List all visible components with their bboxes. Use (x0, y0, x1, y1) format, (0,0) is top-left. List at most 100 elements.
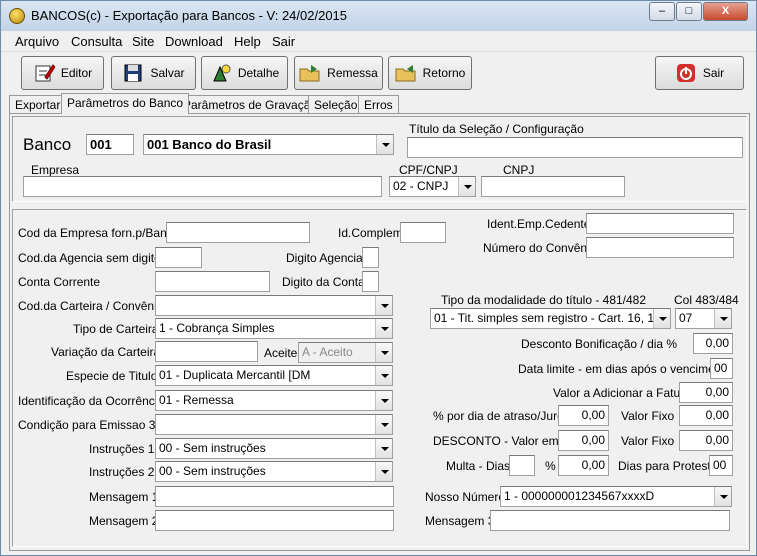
chevron-down-icon[interactable] (458, 177, 475, 196)
digito-conta-input[interactable] (362, 271, 379, 292)
desconto-label: DESCONTO - Valor em % (433, 434, 573, 448)
chevron-down-icon[interactable] (376, 135, 393, 154)
menu-arquivo[interactable]: Arquivo (15, 34, 59, 49)
menu-site[interactable]: Site (132, 34, 154, 49)
aceite-select[interactable]: A - Aceito (298, 342, 393, 363)
multa-pct-input[interactable]: 0,00 (558, 455, 609, 476)
mensagem3-input[interactable] (490, 510, 730, 531)
chevron-down-icon[interactable] (653, 309, 670, 328)
tab-exportar[interactable]: Exportar (9, 95, 67, 113)
cod-agencia-label: Cod.da Agencia sem digito (18, 251, 161, 265)
id-complem-input[interactable] (400, 222, 446, 243)
chevron-down-icon[interactable] (375, 366, 392, 385)
cpf-cnpj-select[interactable]: 02 - CNPJ (389, 176, 476, 197)
maximize-button[interactable]: □ (676, 2, 702, 21)
perc-dia-input[interactable]: 0,00 (558, 405, 609, 426)
floppy-disk-icon (122, 63, 144, 83)
chevron-down-icon[interactable] (375, 462, 392, 481)
sair-button[interactable]: Sair (655, 56, 744, 90)
conta-corrente-label: Conta Corrente (18, 275, 101, 289)
especie-label: Especie de Titulo (66, 369, 158, 383)
remessa-button[interactable]: Remessa (294, 56, 383, 90)
nosso-numero-select[interactable]: 1 - 000000001234567xxxxD (500, 486, 732, 507)
editor-button[interactable]: Editor (21, 56, 104, 90)
instrucoes2-value: 00 - Sem instruções (159, 464, 266, 478)
multa-dias-input[interactable] (509, 455, 535, 476)
aceite-value: A - Aceito (302, 345, 353, 359)
modalidade-value: 01 - Tit. simples sem registro - Cart. 1… (434, 311, 661, 325)
chevron-down-icon[interactable] (714, 487, 731, 506)
especie-select[interactable]: 01 - Duplicata Mercantil [DM (155, 365, 393, 386)
tab-parametros-banco[interactable]: Parâmetros do Banco (61, 93, 190, 114)
close-button[interactable]: X (703, 2, 748, 21)
banco-label: Banco (23, 135, 72, 154)
perc-dia-label: % por dia de atraso/Juro (433, 409, 564, 423)
cod-empresa-input[interactable] (166, 222, 310, 243)
empresa-input[interactable] (23, 176, 382, 197)
cnpj-input[interactable] (481, 176, 625, 197)
desconto-bon-input[interactable]: 0,00 (693, 333, 733, 354)
valor-add-input[interactable]: 0,00 (679, 382, 733, 403)
protesto-input[interactable]: 00 (709, 455, 733, 476)
multa-pct-label: % (545, 459, 556, 473)
chevron-down-icon[interactable] (375, 319, 392, 338)
menu-download[interactable]: Download (165, 34, 223, 49)
detalhe-label: Detalhe (237, 66, 280, 80)
carteira-select[interactable] (155, 295, 393, 316)
mensagem2-input[interactable] (155, 510, 394, 531)
mensagem1-input[interactable] (155, 486, 394, 507)
instrucoes2-select[interactable]: 00 - Sem instruções (155, 461, 393, 482)
protesto-label: Dias para Protesto (618, 459, 718, 473)
mensagem2-label: Mensagem 2 (89, 514, 159, 528)
chevron-down-icon[interactable] (375, 343, 392, 362)
chevron-down-icon[interactable] (375, 415, 392, 434)
mensagem3-label: Mensagem 3 (425, 514, 495, 528)
minimize-button[interactable]: – (649, 2, 675, 21)
empresa-label: Empresa (31, 163, 80, 177)
titulo-input[interactable] (407, 137, 743, 158)
tab-selecao[interactable]: Seleção (308, 95, 364, 113)
convenio-label: Número do Convênio (483, 241, 597, 255)
instrucoes1-label: Instruções 1 (89, 442, 155, 456)
chevron-down-icon[interactable] (375, 391, 392, 410)
conta-corrente-input[interactable] (155, 271, 270, 292)
detalhe-button[interactable]: Detalhe (201, 56, 288, 90)
col-select[interactable]: 07 (675, 308, 732, 329)
main-window: BANCOS(c) - Exportação para Bancos - V: … (0, 0, 757, 556)
chevron-down-icon[interactable] (375, 439, 392, 458)
cod-agencia-input[interactable] (155, 247, 202, 268)
condicao-label: Condição para Emissao 304 (18, 418, 169, 432)
menu-sair[interactable]: Sair (272, 34, 295, 49)
chevron-down-icon[interactable] (714, 309, 731, 328)
banco-code-input[interactable]: 001 (86, 134, 134, 155)
tipo-carteira-select[interactable]: 1 - Cobrança Simples (155, 318, 393, 339)
digito-agencia-input[interactable] (362, 247, 379, 268)
modalidade-select[interactable]: 01 - Tit. simples sem registro - Cart. 1… (430, 308, 671, 329)
chevron-down-icon[interactable] (375, 296, 392, 315)
retorno-label: Retorno (422, 66, 466, 80)
data-limite-input[interactable]: 00 (710, 358, 733, 379)
ident-cedente-input[interactable] (586, 213, 734, 234)
retorno-button[interactable]: Retorno (388, 56, 472, 90)
menu-consulta[interactable]: Consulta (71, 34, 122, 49)
banco-name-select[interactable]: 001 Banco do Brasil (143, 134, 394, 155)
ocorrencia-select[interactable]: 01 - Remessa (155, 390, 393, 411)
id-complem-label: Id.Complem. (338, 226, 407, 240)
power-icon (675, 63, 697, 83)
banco-group: Banco 001 001 Banco do Brasil Título da … (12, 116, 747, 202)
tab-parametros-gravacao[interactable]: Parâmetros de Gravação (177, 95, 324, 113)
condicao-select[interactable] (155, 414, 393, 435)
valor-fixo2-input[interactable]: 0,00 (679, 430, 733, 451)
detalhe-icon (210, 63, 232, 83)
desconto-bon-label: Desconto Bonificação / dia % (521, 337, 678, 351)
valor-fixo1-input[interactable]: 0,00 (679, 405, 733, 426)
convenio-input[interactable] (586, 237, 734, 258)
salvar-button[interactable]: Salvar (111, 56, 196, 90)
toolbar: Editor Salvar Detalhe Remessa Retorno Sa… (1, 51, 756, 93)
instrucoes1-select[interactable]: 00 - Sem instruções (155, 438, 393, 459)
variacao-input[interactable] (155, 341, 258, 362)
menu-help[interactable]: Help (234, 34, 261, 49)
banco-name-value: 001 Banco do Brasil (147, 137, 272, 152)
desconto-input[interactable]: 0,00 (558, 430, 609, 451)
tab-erros[interactable]: Erros (358, 95, 399, 113)
